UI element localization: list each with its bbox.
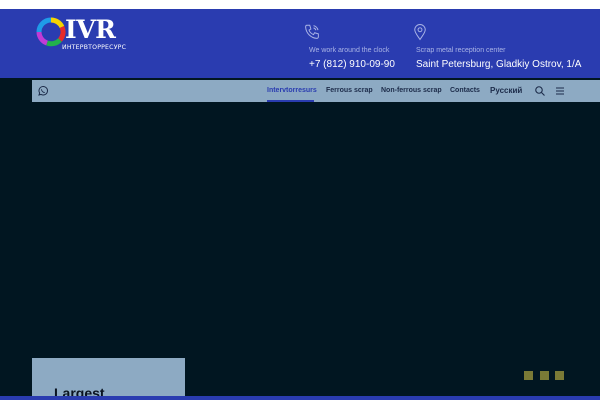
logo-title: IVR [65,15,116,44]
nav-item-non-ferrous-scrap[interactable]: Non-ferrous scrap [381,80,442,102]
page: IVR ИНТЕРВТОРРЕСУРС We work around the c… [0,0,600,400]
phone-icon [305,24,319,39]
nav-item-contacts[interactable]: Contacts [450,80,480,102]
slider-dot-2[interactable] [540,371,549,380]
slide-caption-card: Largest [32,358,185,400]
nav-item-ferrous-scrap[interactable]: Ferrous scrap [326,80,373,102]
main-navbar: Intervtorresurs Ferrous scrap Non-ferrou… [32,80,600,102]
address-block: Scrap metal reception center Saint Peter… [412,9,582,78]
hero-slider [0,78,600,398]
slider-dot-3[interactable] [555,371,564,380]
logo-ring-icon [36,17,66,47]
phone-block: We work around the clock +7 (812) 910-09… [303,9,403,78]
nav-active-indicator [267,100,314,102]
site-header: IVR ИНТЕРВТОРРЕСУРС We work around the c… [0,9,600,78]
search-icon[interactable] [534,85,546,97]
bottom-strip [0,396,600,400]
language-switcher[interactable]: Русский [490,80,522,102]
slider-dot-1[interactable] [524,371,533,380]
logo-subtitle: ИНТЕРВТОРРЕСУРС [62,44,127,51]
phone-number[interactable]: +7 (812) 910-09-90 [309,59,395,70]
nav-item-intervtorresurs[interactable]: Intervtorresurs [267,80,317,102]
address-caption: Scrap metal reception center [416,47,506,54]
logo[interactable]: IVR ИНТЕРВТОРРЕСУРС [36,15,127,57]
hamburger-menu-icon[interactable] [554,85,566,97]
whatsapp-icon[interactable] [37,85,49,97]
map-pin-icon [414,24,426,41]
phone-caption: We work around the clock [309,47,390,54]
address-value: Saint Petersburg, Gladkiy Ostrov, 1/A [416,59,582,70]
